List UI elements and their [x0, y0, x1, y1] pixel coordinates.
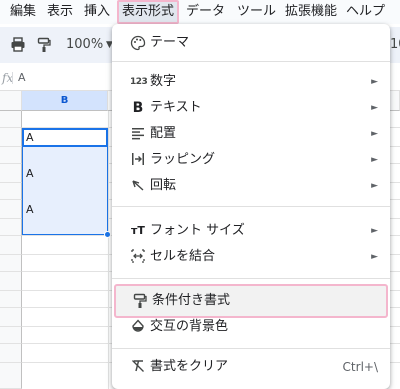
row-header[interactable] [0, 147, 22, 164]
menu-item-label: 条件付き書式 [152, 293, 231, 308]
menu-item-text[interactable]: B テキスト ► [112, 95, 390, 121]
column-header-label: B [60, 95, 69, 106]
menu-item-font-size[interactable]: тT フォント サイズ ► [112, 218, 390, 244]
menu-divider [112, 278, 390, 279]
cell-b-a1[interactable]: A [26, 129, 34, 146]
submenu-arrow-icon: ► [371, 77, 378, 87]
menu-divider [112, 348, 390, 349]
text-rotation-icon [130, 178, 146, 194]
menu-format[interactable]: 表示形式 [117, 0, 180, 24]
menu-item-merge-cells[interactable]: セルを結合 ► [112, 244, 390, 270]
clear-format-icon [130, 359, 146, 375]
paint-format-icon[interactable] [37, 27, 51, 63]
row-header[interactable] [0, 111, 22, 128]
bold-b-icon: B [132, 100, 144, 116]
text-wrap-icon [130, 152, 146, 168]
menu-item-wrapping[interactable]: ラッピング ► [112, 147, 390, 173]
menu-help[interactable]: ヘルプ [346, 0, 385, 24]
paint-roller-icon [132, 293, 148, 309]
submenu-arrow-icon: ► [371, 129, 378, 139]
select-all-corner[interactable] [0, 91, 22, 111]
zoom-select[interactable]: 100% [66, 27, 103, 63]
submenu-arrow-icon: ► [371, 155, 378, 165]
row-header[interactable] [0, 200, 22, 219]
menu-item-conditional-formatting[interactable]: 条件付き書式 [114, 284, 388, 318]
menu-bar: 編集 表示 挿入 表示形式 データ ツール 拡張機能 ヘルプ [0, 0, 400, 24]
print-icon[interactable] [10, 27, 26, 63]
menu-extensions[interactable]: 拡張機能 [285, 0, 337, 24]
align-left-icon [130, 126, 146, 142]
shortcut-hint: Ctrl+\ [342, 360, 378, 374]
merge-cells-icon [130, 249, 146, 265]
row-header[interactable] [0, 272, 22, 291]
row-header[interactable] [0, 363, 22, 389]
menu-item-rotation[interactable]: 回転 ► [112, 173, 390, 199]
menu-item-label: 書式をクリア [150, 359, 229, 374]
row-header[interactable] [0, 128, 22, 147]
row-header[interactable] [0, 255, 22, 272]
menu-data[interactable]: データ [186, 0, 225, 24]
menu-item-clear-formatting[interactable]: 書式をクリア Ctrl+\ [112, 354, 390, 380]
grid-line [108, 111, 109, 389]
row-header[interactable] [0, 183, 22, 200]
menu-view[interactable]: 表示 [47, 0, 73, 24]
row-header[interactable] [0, 164, 22, 183]
row-header[interactable] [0, 308, 22, 327]
menu-tools[interactable]: ツール [237, 0, 276, 24]
formula-divider [12, 72, 13, 84]
menu-item-theme[interactable]: テーマ [112, 30, 390, 56]
cell-b-a3[interactable]: A [26, 201, 34, 218]
menu-item-label: テーマ [150, 35, 190, 50]
number-123-icon: 123 [130, 77, 148, 87]
row-header[interactable] [0, 291, 22, 308]
menu-item-number[interactable]: 123 数字 ► [112, 69, 390, 95]
row-header[interactable] [0, 344, 22, 363]
menu-divider [112, 61, 390, 62]
submenu-arrow-icon: ► [371, 252, 378, 262]
cell-b-a2[interactable]: A [26, 165, 34, 182]
submenu-arrow-icon: ► [371, 181, 378, 191]
submenu-arrow-icon: ► [371, 226, 378, 236]
menu-item-alternating-colors[interactable]: 交互の背景色 [112, 314, 390, 340]
menu-edit[interactable]: 編集 [10, 0, 36, 24]
format-dropdown-menu: テーマ 123 数字 ► B テキスト ► 配置 ► ラッピング ► 回転 ► … [112, 24, 390, 389]
menu-item-label: 配置 [150, 126, 177, 141]
active-cell[interactable] [22, 128, 108, 147]
palette-icon [130, 35, 146, 51]
menu-item-label: セルを結合 [150, 249, 216, 264]
font-size-input[interactable]: 10 [390, 27, 400, 63]
menu-item-label: 交互の背景色 [150, 319, 229, 334]
menu-item-label: ラッピング [150, 152, 216, 167]
submenu-arrow-icon: ► [371, 103, 378, 113]
menu-item-label: 回転 [150, 178, 177, 193]
row-header[interactable] [0, 327, 22, 344]
row-header[interactable] [0, 236, 22, 255]
menu-divider [112, 206, 390, 207]
font-size-icon: тT [131, 224, 145, 237]
menu-item-alignment[interactable]: 配置 ► [112, 121, 390, 147]
menu-insert[interactable]: 挿入 [84, 0, 110, 24]
menu-item-label: 数字 [150, 74, 177, 89]
menu-item-label: テキスト [150, 100, 202, 115]
fill-handle[interactable] [104, 231, 111, 238]
menu-item-label: フォント サイズ [150, 223, 245, 238]
fill-drip-icon [130, 319, 146, 335]
formula-input[interactable]: A [18, 65, 26, 91]
column-header-b[interactable]: B [22, 91, 108, 111]
row-header[interactable] [0, 219, 22, 236]
